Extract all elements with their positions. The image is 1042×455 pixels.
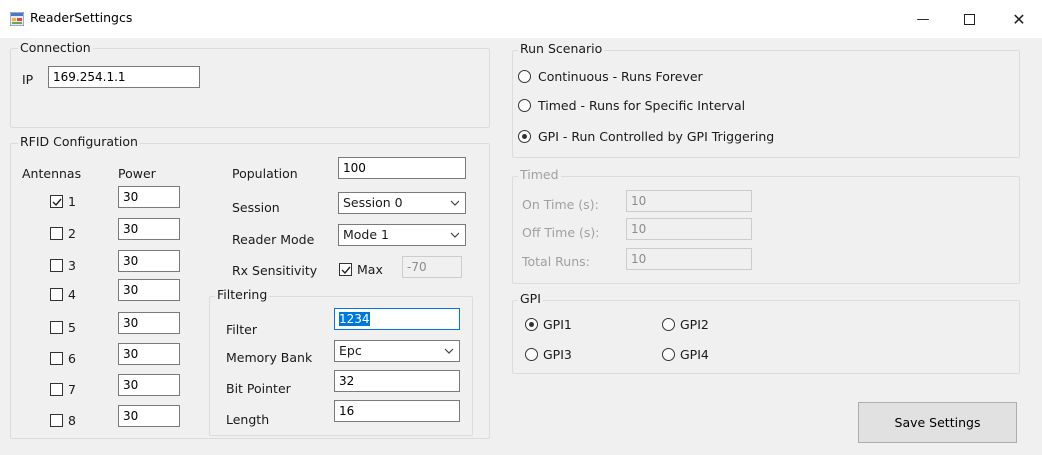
- antenna-label: 4: [68, 287, 76, 302]
- chevron-down-icon: [450, 200, 460, 206]
- rfid-configuration-legend: RFID Configuration: [18, 134, 140, 149]
- antenna-6-power-input[interactable]: 30: [118, 343, 180, 365]
- reader-mode-select-value: Mode 1: [343, 227, 389, 242]
- antenna-label: 2: [68, 226, 76, 241]
- antenna-5-checkbox[interactable]: [50, 321, 63, 334]
- chevron-down-icon: [444, 348, 454, 354]
- gpi-option-label: GPI4: [680, 347, 709, 362]
- maximize-button[interactable]: [946, 0, 992, 38]
- antenna-1-power-input[interactable]: 30: [118, 186, 180, 208]
- antenna-6-checkbox[interactable]: [50, 352, 63, 365]
- close-icon: ✕: [1012, 9, 1026, 29]
- antenna-7-power-input[interactable]: 30: [118, 374, 180, 396]
- rx-max-label: Max: [357, 262, 383, 277]
- antenna-8-power-input[interactable]: 30: [118, 405, 180, 427]
- radio-dot-icon: [522, 134, 527, 139]
- radio-dot-icon: [529, 322, 534, 327]
- bit-pointer-input[interactable]: 32: [334, 370, 460, 392]
- minimize-button[interactable]: —: [900, 0, 946, 38]
- antenna-8-checkbox[interactable]: [50, 414, 63, 427]
- gpi-option-label: GPI2: [680, 317, 709, 332]
- antenna-label: 7: [68, 382, 76, 397]
- antenna-1-checkbox[interactable]: [50, 195, 63, 208]
- save-settings-button[interactable]: Save Settings: [858, 402, 1017, 443]
- antenna-3-checkbox[interactable]: [50, 259, 63, 272]
- off-time-label: Off Time (s):: [522, 225, 600, 240]
- gpi-radio-4[interactable]: [662, 348, 675, 361]
- filter-input-value: 1234: [339, 312, 370, 326]
- run-scenario-option-label: GPI - Run Controlled by GPI Triggering: [538, 129, 775, 144]
- ip-input[interactable]: 169.254.1.1: [48, 66, 200, 88]
- antenna-label: 3: [68, 258, 76, 273]
- gpi-option-label: GPI3: [543, 347, 572, 362]
- population-input[interactable]: 100: [338, 157, 466, 179]
- session-select-value: Session 0: [343, 195, 403, 210]
- gpi-option-label: GPI1: [543, 317, 572, 332]
- rx-sensitivity-input[interactable]: -70: [402, 256, 462, 278]
- antenna-5-power-input[interactable]: 30: [118, 312, 180, 334]
- rx-max-checkbox[interactable]: [339, 263, 352, 276]
- checkmark-icon: [341, 266, 351, 275]
- antenna-7-checkbox[interactable]: [50, 383, 63, 396]
- antenna-label: 5: [68, 320, 76, 335]
- antenna-3-power-input[interactable]: 30: [118, 250, 180, 272]
- antenna-4-power-input[interactable]: 30: [118, 279, 180, 301]
- filtering-legend: Filtering: [215, 287, 270, 302]
- population-label: Population: [232, 166, 298, 181]
- on-time-input[interactable]: 10: [626, 190, 752, 212]
- run-scenario-option-label: Timed - Runs for Specific Interval: [538, 98, 746, 113]
- connection-legend: Connection: [18, 40, 93, 55]
- antenna-2-checkbox[interactable]: [50, 227, 63, 240]
- antenna-2-power-input[interactable]: 30: [118, 218, 180, 240]
- antenna-label: 6: [68, 351, 76, 366]
- reader-mode-label: Reader Mode: [232, 232, 315, 247]
- length-input[interactable]: 16: [334, 400, 460, 422]
- ip-label: IP: [22, 72, 34, 87]
- run-scenario-option-label: Continuous - Runs Forever: [538, 69, 703, 84]
- off-time-input[interactable]: 10: [626, 218, 752, 240]
- run-scenario-radio-1[interactable]: [518, 70, 531, 83]
- gpi-group: [512, 300, 1020, 374]
- run-scenario-legend: Run Scenario: [518, 41, 605, 56]
- run-scenario-radio-3[interactable]: [518, 130, 531, 143]
- rx-sensitivity-label: Rx Sensitivity: [232, 263, 318, 278]
- gpi-radio-2[interactable]: [662, 318, 675, 331]
- antenna-label: 8: [68, 413, 76, 428]
- antenna-4-checkbox[interactable]: [50, 288, 63, 301]
- maximize-icon: [963, 13, 975, 25]
- timed-legend: Timed: [518, 167, 561, 182]
- title-bar: ReaderSettingcs — ✕: [0, 0, 1042, 38]
- power-header: Power: [118, 166, 156, 181]
- gpi-radio-3[interactable]: [525, 348, 538, 361]
- total-runs-label: Total Runs:: [522, 254, 590, 269]
- chevron-down-icon: [450, 232, 460, 238]
- checkmark-icon: [52, 198, 62, 207]
- bit-pointer-label: Bit Pointer: [226, 381, 291, 396]
- connection-group: [10, 48, 490, 128]
- filter-label: Filter: [226, 322, 257, 337]
- app-form-icon: [9, 11, 25, 27]
- total-runs-input[interactable]: 10: [626, 248, 752, 270]
- gpi-radio-1[interactable]: [525, 318, 538, 331]
- antenna-label: 1: [68, 194, 76, 209]
- window-title: ReaderSettingcs: [30, 10, 133, 25]
- run-scenario-radio-2[interactable]: [518, 99, 531, 112]
- memory-bank-select[interactable]: Epc: [334, 340, 460, 362]
- minimize-icon: —: [916, 11, 930, 27]
- antennas-header: Antennas: [22, 166, 82, 181]
- session-label: Session: [232, 200, 280, 215]
- on-time-label: On Time (s):: [522, 197, 599, 212]
- memory-bank-select-value: Epc: [339, 343, 362, 358]
- close-button[interactable]: ✕: [996, 0, 1042, 38]
- session-select[interactable]: Session 0: [338, 192, 466, 214]
- filter-input[interactable]: 1234: [334, 308, 460, 330]
- length-label: Length: [226, 412, 270, 427]
- reader-mode-select[interactable]: Mode 1: [338, 224, 466, 246]
- gpi-legend: GPI: [518, 291, 543, 306]
- memory-bank-label: Memory Bank: [226, 350, 313, 365]
